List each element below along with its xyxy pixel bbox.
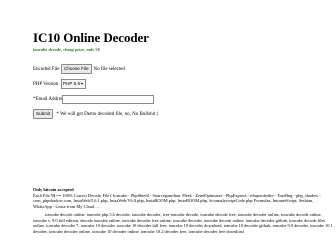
email-label: *Email Address — [33, 96, 65, 102]
php-version-value: PHP 5.6 — [63, 81, 81, 86]
php-version-select[interactable]: PHP 5.6 ▾ — [61, 79, 86, 89]
no-file-text: No file selected — [93, 66, 125, 72]
email-field[interactable] — [62, 94, 154, 104]
main-content: IC10 Online Decoder ioncube decode, chea… — [33, 30, 333, 124]
choose-file-button[interactable]: Choose File — [61, 64, 92, 74]
php-version-row: PHP Version PHP 5.6 ▾ — [33, 79, 333, 89]
page-tagline: ioncube decode, cheap price, only 5$ — [33, 47, 100, 52]
page-title: IC10 Online Decoder — [33, 30, 149, 45]
submit-row: Submit * We will get Demo decoded file, … — [33, 109, 333, 119]
keyword-tags: ioncube decode online, ioncube php 5.6 d… — [33, 212, 333, 234]
email-row: *Email Address — [33, 94, 333, 104]
service-description: Each File 5$ == 100% Correct Decode File… — [33, 192, 321, 209]
encoded-file-label: Encoded File — [33, 66, 60, 72]
submit-button[interactable]: Submit — [33, 109, 54, 119]
decode-form: Encoded File Choose File No file selecte… — [33, 64, 333, 119]
submit-note: * We will get Demo decoded file, no, No … — [56, 111, 159, 117]
php-version-label: PHP Version — [33, 81, 59, 87]
chevron-down-icon: ▾ — [81, 81, 84, 86]
footer-info: Only bitcoin accepted Each File 5$ == 10… — [33, 187, 333, 234]
encoded-file-row: Encoded File Choose File No file selecte… — [33, 64, 333, 74]
